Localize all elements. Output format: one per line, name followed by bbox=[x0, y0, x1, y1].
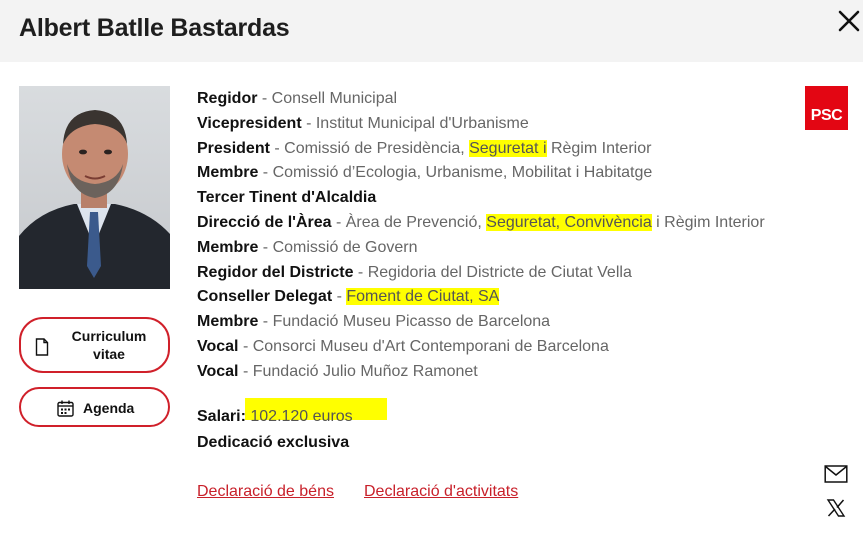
role-item: Direcció de l'Àrea - Àrea de Prevenció, … bbox=[197, 211, 797, 236]
role-organization: Institut Municipal d'Urbanisme bbox=[315, 114, 529, 132]
highlighted-text: Seguretat i bbox=[469, 139, 547, 157]
role-title: Vocal bbox=[197, 337, 239, 355]
role-organization: Consell Municipal bbox=[271, 90, 398, 107]
role-item: Tercer Tinent d'Alcaldia bbox=[197, 186, 797, 211]
role-separator: - bbox=[238, 337, 253, 355]
role-item: Vicepresident - Institut Municipal d'Urb… bbox=[197, 112, 797, 137]
role-separator: - bbox=[238, 362, 253, 380]
salary-label: Salari: bbox=[197, 408, 246, 425]
agenda-button[interactable]: Agenda bbox=[19, 387, 170, 427]
role-separator: - bbox=[301, 114, 316, 132]
modal-header: Albert Batlle Bastardas bbox=[0, 0, 863, 62]
agenda-label: Agenda bbox=[83, 400, 135, 416]
role-separator: - bbox=[257, 90, 272, 107]
role-item: Vocal - Consorci Museu d'Art Contemporan… bbox=[197, 335, 797, 360]
close-button[interactable] bbox=[836, 8, 862, 34]
role-item: Conseller Delegat - Foment de Ciutat, SA bbox=[197, 285, 797, 310]
party-logo: PSC bbox=[805, 86, 848, 130]
role-organization: Fundació Julio Muñoz Ramonet bbox=[252, 362, 478, 380]
role-item: Membre - Comissió de Govern bbox=[197, 236, 797, 261]
role-item: Regidor - Consell Municipal bbox=[197, 87, 797, 112]
curriculum-vitae-button[interactable]: Curriculum vitae bbox=[19, 317, 170, 373]
role-item: Regidor del Districte - Regidoria del Di… bbox=[197, 261, 797, 286]
declaracio-activitats-link[interactable]: Declaració d'activitats bbox=[364, 481, 518, 503]
declaracio-bens-link[interactable]: Declaració de béns bbox=[197, 481, 334, 503]
role-organization: Comissió d’Ecologia, Urbanisme, Mobilita… bbox=[272, 164, 653, 182]
role-title: Conseller Delegat bbox=[197, 288, 333, 306]
role-organization-suffix: i Règim Interior bbox=[651, 213, 765, 231]
role-separator: - bbox=[258, 313, 273, 331]
salary-value: 102.120 euros bbox=[245, 408, 353, 425]
role-title: Membre bbox=[197, 313, 259, 331]
highlighted-text: Seguretat, Convivència bbox=[486, 213, 652, 231]
role-title: Regidor del Districte bbox=[197, 263, 354, 281]
role-item: Membre - Fundació Museu Picasso de Barce… bbox=[197, 310, 797, 335]
role-organization-prefix: Àrea de Prevenció, bbox=[345, 213, 487, 231]
portrait-image bbox=[19, 86, 170, 289]
role-organization-suffix: Règim Interior bbox=[546, 139, 652, 157]
role-title: Vicepresident bbox=[197, 114, 302, 132]
profile-photo bbox=[19, 86, 170, 289]
mail-icon[interactable] bbox=[824, 464, 848, 484]
role-organization: Comissió de Govern bbox=[272, 238, 418, 256]
role-title: Vocal bbox=[197, 362, 239, 380]
role-organization-prefix: Comissió de Presidència, bbox=[284, 139, 470, 157]
role-title: Direcció de l'Àrea bbox=[197, 213, 332, 231]
role-separator: - bbox=[269, 139, 285, 157]
salary: Salari: 102.120 euros bbox=[197, 406, 353, 428]
role-organization: Regidoria del Districte de Ciutat Vella bbox=[367, 263, 632, 281]
role-separator: - bbox=[331, 213, 346, 231]
role-item: President - Comissió de Presidència, Seg… bbox=[197, 137, 797, 162]
page-title: Albert Batlle Bastardas bbox=[19, 14, 290, 42]
role-separator: - bbox=[258, 164, 273, 182]
role-separator: - bbox=[353, 263, 368, 281]
role-item: Membre - Comissió d’Ecologia, Urbanisme,… bbox=[197, 161, 797, 186]
role-item: Vocal - Fundació Julio Muñoz Ramonet bbox=[197, 360, 797, 385]
role-separator: - bbox=[258, 238, 273, 256]
role-title: Tercer Tinent d'Alcaldia bbox=[197, 189, 377, 207]
role-organization: Consorci Museu d'Art Contemporani de Bar… bbox=[252, 337, 609, 355]
curriculum-vitae-label: Curriculum vitae bbox=[71, 328, 147, 362]
role-separator: - bbox=[332, 288, 347, 306]
document-icon bbox=[35, 338, 49, 356]
roles-list: Regidor - Consell Municipal Vicepresiden… bbox=[197, 87, 797, 385]
role-title: Membre bbox=[197, 164, 259, 182]
role-title: Membre bbox=[197, 238, 259, 256]
role-title: Regidor bbox=[197, 90, 258, 107]
calendar-icon bbox=[57, 400, 74, 417]
highlighted-text: Foment de Ciutat, SA bbox=[346, 288, 500, 306]
role-organization: Fundació Museu Picasso de Barcelona bbox=[272, 313, 551, 331]
x-twitter-icon[interactable] bbox=[826, 498, 846, 518]
dedication: Dedicació exclusiva bbox=[197, 434, 350, 451]
role-title: President bbox=[197, 139, 270, 157]
close-icon bbox=[838, 10, 860, 32]
